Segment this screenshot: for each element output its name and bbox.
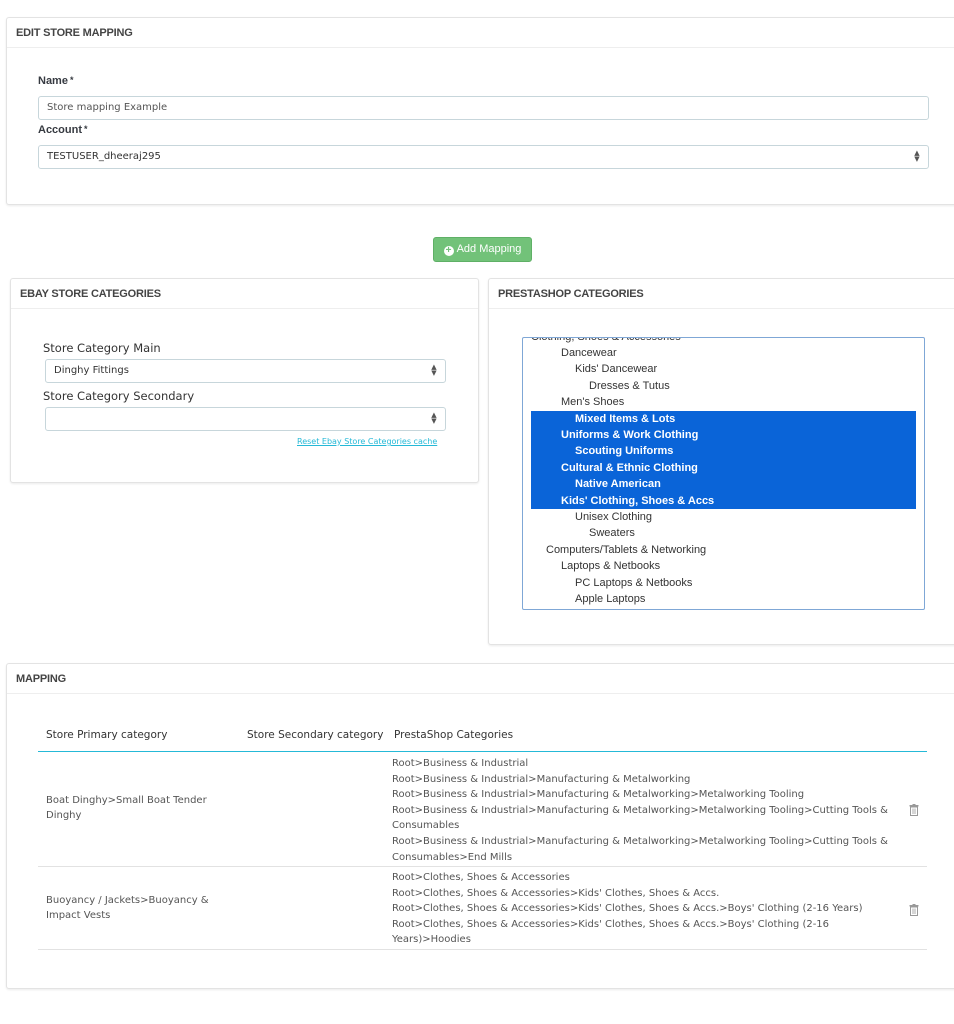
category-tree-listbox[interactable]: Clothing, Shoes & Accessories Dancewear … bbox=[522, 337, 925, 610]
ebay-store-categories-title: EBAY STORE CATEGORIES bbox=[11, 279, 478, 309]
prestashop-categories-title: PRESTASHOP CATEGORIES bbox=[489, 279, 954, 309]
row-primary-category: Boat Dinghy>Small Boat Tender Dinghy bbox=[46, 795, 207, 821]
store-category-main-value: Dinghy Fittings bbox=[54, 365, 129, 376]
tree-item-selected[interactable]: Mixed Items & Lots bbox=[531, 410, 916, 427]
store-category-main-label: Store Category Main bbox=[43, 341, 161, 355]
required-mark: * bbox=[84, 124, 88, 134]
tree-item-selected[interactable]: Native American bbox=[531, 476, 916, 493]
row-prestashop-categories: Root>Business & Industrial Root>Business… bbox=[392, 756, 892, 865]
store-category-main-select[interactable]: Dinghy Fittings ▲ ▼ bbox=[45, 359, 446, 383]
store-category-secondary-select[interactable]: ▲ ▼ bbox=[45, 407, 446, 431]
row-prestashop-categories: Root>Clothes, Shoes & Accessories Root>C… bbox=[392, 870, 892, 948]
category-path: Root>Business & Industrial>Manufacturing… bbox=[392, 804, 888, 832]
column-header-prestashop: PrestaShop Categories bbox=[394, 729, 514, 741]
account-select-value: TESTUSER_dheeraj295 bbox=[47, 151, 161, 162]
trash-icon[interactable] bbox=[909, 804, 919, 816]
tree-item[interactable]: Unisex Clothing bbox=[531, 509, 916, 525]
add-mapping-button[interactable]: + Add Mapping bbox=[433, 237, 532, 262]
select-arrows-icon: ▲ ▼ bbox=[431, 363, 437, 377]
trash-icon[interactable] bbox=[909, 904, 919, 916]
edit-store-mapping-title: EDIT STORE MAPPING bbox=[7, 18, 954, 48]
tree-item[interactable]: Laptops & Netbooks bbox=[531, 558, 916, 574]
category-path: Root>Clothes, Shoes & Accessories>Kids' … bbox=[392, 903, 863, 915]
category-path: Root>Business & Industrial>Manufacturing… bbox=[392, 835, 888, 863]
row-primary-category: Buoyancy / Jackets>Buoyancy & Impact Ves… bbox=[46, 895, 209, 921]
category-path: Root>Business & Industrial>Manufacturing… bbox=[392, 789, 805, 801]
select-arrows-icon: ▲ ▼ bbox=[431, 411, 437, 425]
tree-item[interactable]: Dresses & Tutus bbox=[531, 378, 916, 394]
name-label: Name * bbox=[38, 75, 73, 87]
column-header-secondary: Store Secondary category bbox=[247, 729, 384, 741]
tree-item[interactable]: Sweaters bbox=[531, 525, 916, 541]
tree-item-selected[interactable]: Scouting Uniforms bbox=[531, 443, 916, 460]
account-label-text: Account bbox=[38, 124, 82, 136]
category-path: Root>Clothes, Shoes & Accessories>Kids' … bbox=[392, 887, 720, 899]
name-input[interactable]: Store mapping Example bbox=[38, 96, 929, 120]
tree-item[interactable]: Apple Laptops bbox=[531, 591, 916, 607]
category-path: Root>Clothes, Shoes & Accessories>Kids' … bbox=[392, 918, 830, 946]
plus-circle-icon: + bbox=[443, 246, 454, 256]
category-path: Root>Business & Industrial bbox=[392, 758, 529, 769]
tree-item[interactable]: Dancewear bbox=[531, 345, 916, 361]
row-divider bbox=[38, 866, 927, 867]
tree-item[interactable]: Kids' Dancewear bbox=[531, 361, 916, 377]
account-label: Account * bbox=[38, 124, 88, 136]
column-header-primary: Store Primary category bbox=[46, 729, 168, 741]
row-divider bbox=[38, 949, 927, 950]
tree-item-selected[interactable]: Uniforms & Work Clothing bbox=[531, 427, 916, 444]
tree-item-selected[interactable]: Cultural & Ethnic Clothing bbox=[531, 459, 916, 477]
account-select[interactable]: TESTUSER_dheeraj295 ▲ ▼ bbox=[38, 145, 929, 169]
store-category-secondary-label: Store Category Secondary bbox=[43, 389, 195, 403]
tree-item[interactable]: Computers/Tablets & Networking bbox=[531, 542, 916, 558]
select-arrows-icon: ▲ ▼ bbox=[914, 149, 920, 163]
reset-cache-link[interactable]: Reset Ebay Store Categories cache bbox=[297, 437, 437, 446]
tree-item[interactable]: PC Laptops & Netbooks bbox=[531, 575, 916, 591]
category-path: Root>Business & Industrial>Manufacturing… bbox=[392, 773, 691, 785]
name-label-text: Name bbox=[38, 75, 68, 87]
tree-item[interactable]: Men's Shoes bbox=[531, 394, 916, 410]
category-path: Root>Clothes, Shoes & Accessories bbox=[392, 872, 570, 883]
tree-item-selected[interactable]: Kids' Clothing, Shoes & Accs bbox=[531, 492, 916, 509]
add-mapping-label: Add Mapping bbox=[456, 243, 522, 255]
mapping-title: MAPPING bbox=[7, 664, 954, 694]
required-mark: * bbox=[69, 75, 74, 85]
table-header-divider bbox=[38, 751, 927, 752]
